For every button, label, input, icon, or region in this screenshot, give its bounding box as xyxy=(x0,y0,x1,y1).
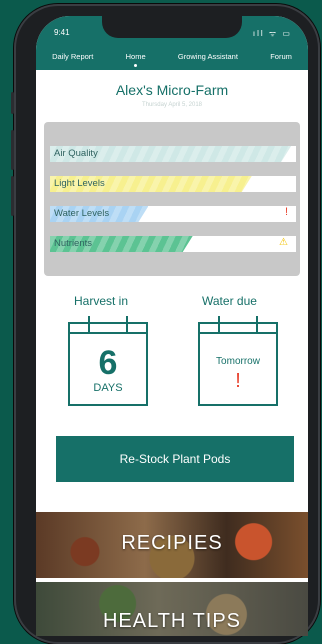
recipes-banner[interactable]: RECIPIES xyxy=(36,512,308,578)
phone-notch xyxy=(102,16,242,38)
page-title: Alex's Micro-Farm xyxy=(115,82,229,98)
exclamation-icon: ! xyxy=(235,370,241,392)
health-tips-label: HEALTH TIPS xyxy=(102,610,242,632)
app-screen: 9:41 ıll ᯤ ▭ Daily Report Home Growing A… xyxy=(36,16,308,636)
metric-label: Water Levels xyxy=(54,208,110,219)
nav-home[interactable]: Home xyxy=(126,52,146,67)
metrics-panel: Air Quality Light Levels Water Levels ! … xyxy=(44,122,300,276)
harvest-calendar-icon: 6 DAYS xyxy=(68,316,148,406)
status-time: 9:41 xyxy=(54,28,70,37)
volume-up-button xyxy=(11,130,14,170)
water-due-value: Tomorrow xyxy=(216,356,260,367)
metric-label: Light Levels xyxy=(54,178,105,189)
volume-down-button xyxy=(11,176,14,216)
nav-forum[interactable]: Forum xyxy=(270,52,292,61)
exclamation-icon: ! xyxy=(284,206,288,218)
top-nav: Daily Report Home Growing Assistant Foru… xyxy=(36,52,308,67)
harvest-days-unit: DAYS xyxy=(93,382,123,394)
metric-water-levels[interactable]: Water Levels ! xyxy=(50,206,296,222)
nav-growing-assistant[interactable]: Growing Assistant xyxy=(178,52,238,61)
signal-wifi-battery-icon: ıll ᯤ ▭ xyxy=(252,29,292,38)
calendar-ring xyxy=(126,316,128,334)
metric-nutrients[interactable]: Nutrients ⚠ xyxy=(50,236,296,252)
metric-label: Air Quality xyxy=(54,148,98,159)
water-calendar-icon: Tomorrow ! xyxy=(198,316,278,406)
calendar-band xyxy=(200,332,276,334)
metric-label: Nutrients xyxy=(54,238,93,249)
app-header: 9:41 ıll ᯤ ▭ Daily Report Home Growing A… xyxy=(36,16,308,70)
recipes-label: RECIPIES xyxy=(121,532,223,554)
metric-air-quality[interactable]: Air Quality xyxy=(50,146,296,162)
harvest-days-value: 6 xyxy=(98,344,118,382)
calendar-ring xyxy=(88,316,90,334)
calendar-band xyxy=(70,332,146,334)
metric-light-levels[interactable]: Light Levels xyxy=(50,176,296,192)
harvest-title: Harvest in xyxy=(74,294,129,308)
calendar-ring xyxy=(256,316,258,334)
page-date: Thursday April 5, 2018 xyxy=(141,102,203,108)
restock-plant-pods-button[interactable]: Re-Stock Plant Pods xyxy=(56,436,294,482)
health-tips-banner[interactable]: HEALTH TIPS xyxy=(36,582,308,636)
warning-triangle-icon: ⚠ xyxy=(279,237,288,248)
calendar-ring xyxy=(218,316,220,334)
water-title: Water due xyxy=(202,294,257,308)
nav-daily-report[interactable]: Daily Report xyxy=(52,52,93,61)
mute-switch xyxy=(11,92,14,114)
